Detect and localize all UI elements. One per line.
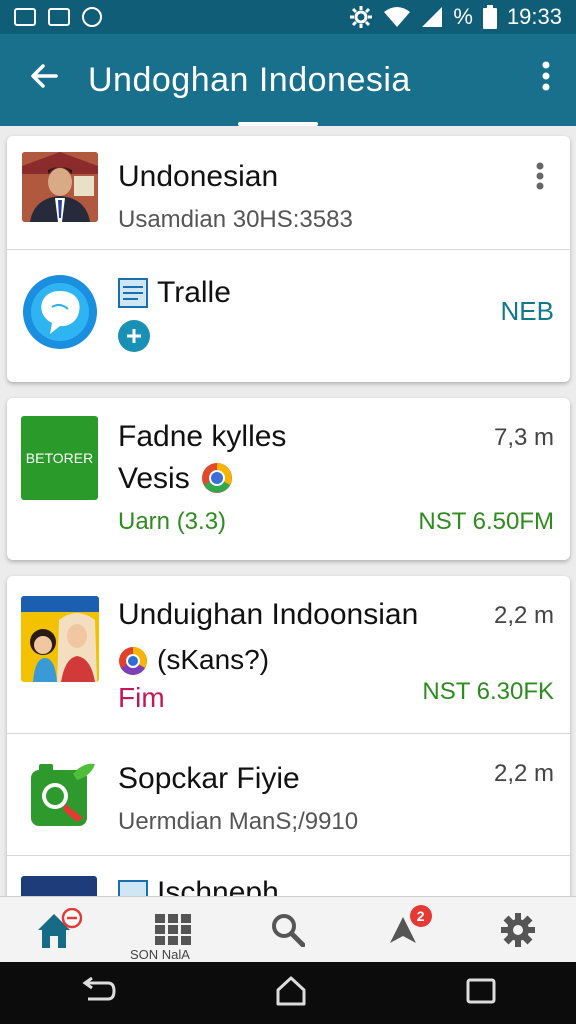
colorful-round-icon (201, 462, 233, 499)
recents-icon (466, 978, 496, 1003)
document-icon (118, 278, 148, 313)
search-icon (272, 913, 305, 947)
app-name: Ischneph (157, 876, 279, 896)
app-bar: Undoghan Indonesia (0, 34, 576, 126)
nav-home[interactable] (0, 897, 115, 962)
list-item[interactable]: BETORER Fadne kylles Vesis Uarn (3.3) 7,… (7, 398, 570, 560)
search-app-icon (25, 760, 97, 837)
app-size: 2,2 m (493, 760, 554, 787)
list-item[interactable]: Sopckar Fiyie Uermdian ManS;/9910 2,2 m (7, 734, 570, 856)
list-item[interactable]: Unduighan Indoonsian (sKans?) Fim 2,2 m … (7, 576, 570, 734)
add-icon (118, 320, 150, 352)
app-status: NST 6.50FM (418, 508, 554, 535)
status-bar: % 19:33 (0, 0, 576, 34)
more-vert-icon (542, 61, 550, 91)
content-list[interactable]: Undonesian Usamdian 30HS:3583 Tralle NEB… (0, 126, 576, 896)
system-back-button[interactable] (80, 976, 116, 1010)
cartoon-app-thumbnail (21, 596, 99, 682)
document-icon (118, 880, 148, 896)
app-tag: (sKans?) (157, 644, 270, 675)
app-size: 7,3 m (493, 424, 554, 451)
list-item[interactable]: Tralle NEB (7, 250, 570, 382)
settings-icon (501, 912, 536, 947)
home-outline-icon (276, 976, 306, 1005)
app-name: Undonesian (118, 160, 279, 193)
battery-percent: % (453, 4, 473, 29)
app-category: Fim (118, 682, 165, 713)
sync-notification-icon (82, 7, 102, 27)
thumbnail-label: BETORER (25, 450, 94, 466)
status-time: 19:33 (506, 4, 562, 29)
nav-updates[interactable]: 2 (346, 897, 461, 962)
app-rating: Uarn (3.3) (118, 508, 227, 535)
browser-icon (118, 646, 148, 681)
grid-icon (154, 913, 191, 945)
back-arrow-icon (31, 63, 58, 88)
system-navigation-bar (0, 962, 576, 1024)
notification-badge: 2 (409, 905, 432, 927)
app-name: Sopckar Fiyie (118, 762, 300, 795)
list-item[interactable]: Ischneph (7, 856, 570, 896)
app-card-3: Unduighan Indoonsian (sKans?) Fim 2,2 m … (7, 576, 570, 896)
app-subtitle: Usamdian 30HS:3583 (118, 206, 353, 233)
system-recents-button[interactable] (466, 978, 496, 1009)
app-name: Tralle (157, 276, 231, 309)
app-card-2: BETORER Fadne kylles Vesis Uarn (3.3) 7,… (7, 398, 570, 560)
home-icon (37, 907, 82, 948)
image-notification-icon (14, 8, 36, 26)
nav-search[interactable] (230, 897, 345, 962)
app-status: NST 6.30FK (422, 678, 554, 705)
nav-settings[interactable] (461, 897, 576, 962)
app-subtitle: Uermdian ManS;/9910 (118, 808, 359, 835)
page-title: Undoghan Indonesia (88, 60, 411, 99)
signal-icon (422, 7, 443, 27)
gallery-notification-icon (48, 8, 70, 26)
app-thumbnail (21, 876, 97, 896)
action-label[interactable]: NEB (501, 296, 554, 327)
more-vert-icon (536, 162, 544, 190)
app-name: Fadne kylles (118, 420, 287, 453)
back-button[interactable] (0, 61, 88, 100)
return-icon (82, 976, 116, 1000)
add-button[interactable] (118, 320, 150, 357)
app-size: 2,2 m (493, 602, 554, 629)
app-thumbnail: BETORER (21, 416, 98, 500)
list-item[interactable]: Undonesian Usamdian 30HS:3583 (7, 136, 570, 250)
bottom-navigation: 2 SON NalA (0, 896, 576, 962)
wifi-icon (384, 7, 411, 27)
settings-status-icon (350, 6, 373, 28)
system-home-button[interactable] (275, 976, 307, 1011)
app-name-line-2: Vesis (118, 462, 190, 495)
nav-caption: SON NalA (130, 947, 190, 962)
messenger-app-icon (22, 274, 98, 355)
overflow-menu-button[interactable] (516, 61, 576, 99)
person-photo-thumbnail (22, 152, 98, 222)
item-menu-button[interactable] (536, 162, 544, 195)
app-card-1: Undonesian Usamdian 30HS:3583 Tralle NEB (7, 136, 570, 382)
app-name: Unduighan Indoonsian (118, 598, 419, 631)
battery-icon (482, 5, 497, 29)
